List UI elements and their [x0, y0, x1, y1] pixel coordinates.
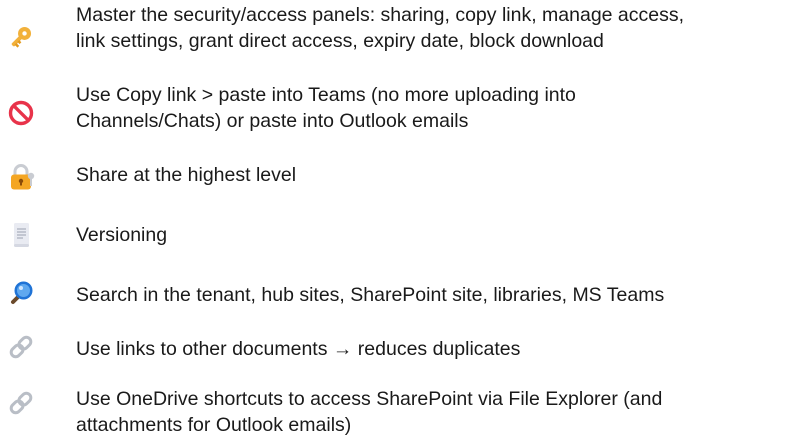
link-icon: [6, 388, 36, 418]
text-line: Share at the highest level: [76, 164, 297, 186]
text-line: Versioning: [76, 224, 168, 246]
prohibited-icon: [6, 98, 36, 128]
text-line: Search in the tenant, hub sites, SharePo…: [76, 284, 665, 306]
text-line: Master the security/access panels: shari…: [76, 4, 685, 26]
list-item-text: Master the security/access panels: shari…: [76, 2, 798, 54]
text-line: Use Copy link > paste into Teams (no mor…: [76, 84, 576, 106]
link-icon: [6, 332, 36, 362]
list-item-text: Versioning: [76, 222, 798, 248]
list-item-text: Use OneDrive shortcuts to access SharePo…: [76, 386, 798, 438]
text-line: Use links to other documents → reduces d…: [76, 338, 521, 360]
magnifying-glass-icon: [6, 278, 36, 308]
locked-with-key-icon: [6, 162, 36, 192]
text-line: Use OneDrive shortcuts to access SharePo…: [76, 388, 663, 410]
key-icon: [6, 22, 36, 52]
list-item-text: Use links to other documents → reduces d…: [76, 336, 798, 362]
text-line: link settings, grant direct access, expi…: [76, 30, 604, 52]
list-item-text: Use Copy link > paste into Teams (no mor…: [76, 82, 798, 134]
list-item-text: Search in the tenant, hub sites, SharePo…: [76, 282, 798, 308]
document-scroll-icon: [6, 220, 36, 250]
list-item-text: Share at the highest level: [76, 162, 798, 188]
text-line: Channels/Chats) or paste into Outlook em…: [76, 110, 469, 132]
tips-list: Master the security/access panels: shari…: [0, 0, 800, 442]
text-line: attachments for Outlook emails): [76, 414, 352, 436]
